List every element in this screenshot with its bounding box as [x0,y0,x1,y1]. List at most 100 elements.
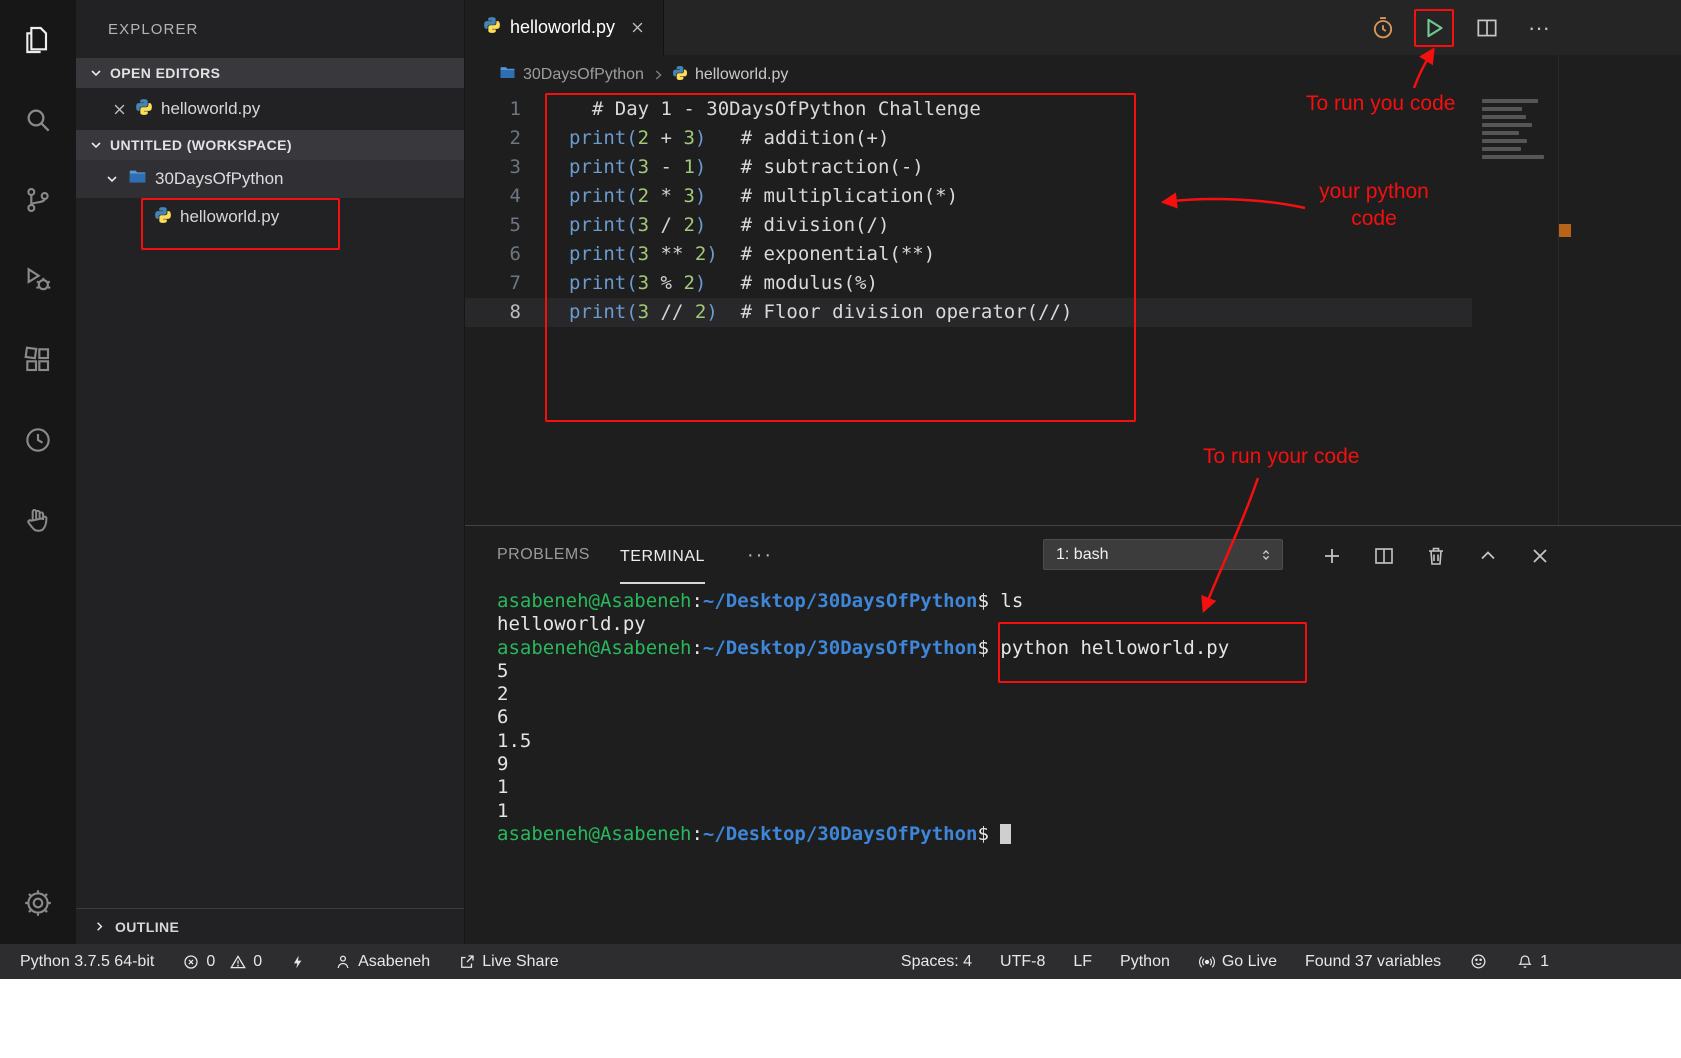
outline-label: OUTLINE [115,919,179,935]
breadcrumb-folder[interactable]: 30DaysOfPython [523,66,644,84]
live-share-item[interactable]: Live Share [458,953,559,971]
close-icon[interactable] [630,20,645,35]
close-icon[interactable] [112,102,127,117]
more-actions-icon[interactable]: ··· [1521,10,1557,46]
person-icon [334,953,352,971]
line-number: 1 [465,95,541,124]
open-editors-header[interactable]: OPEN EDITORS [76,58,464,88]
open-editor-filename: helloworld.py [161,99,260,119]
kill-terminal-trash-icon[interactable] [1420,540,1452,572]
terminal-output-line: helloworld.py [497,613,1681,636]
editor-scrollbar[interactable] [1558,55,1572,525]
extensions-icon[interactable] [12,334,64,386]
account-status-item[interactable]: Asabeneh [334,953,430,971]
tab-terminal[interactable]: TERMINAL [620,532,705,584]
terminal-cursor [1000,824,1011,844]
tab-helloworld[interactable]: helloworld.py [465,0,664,55]
tree-item-file[interactable]: helloworld.py [76,198,464,236]
maximize-panel-icon[interactable] [1472,540,1504,572]
line-number: 8 [465,298,541,327]
terminal-prompt-line: asabeneh@Asabeneh:~/Desktop/30DaysOfPyth… [497,590,1681,613]
line-number: 2 [465,124,541,153]
python-interpreter-item[interactable]: Python 3.7.5 64-bit [20,953,154,971]
breadcrumb-file[interactable]: helloworld.py [695,66,788,84]
language-mode-item[interactable]: Python [1120,953,1170,971]
open-editors-label: OPEN EDITORS [110,65,220,81]
minimap[interactable] [1472,95,1558,295]
shell-selector[interactable]: 1: bash [1043,539,1283,570]
panel-header: PROBLEMS TERMINAL ··· 1: bash [465,526,1681,586]
split-terminal-icon[interactable] [1368,540,1400,572]
lightning-icon [290,953,306,971]
notifications-item[interactable]: 1 [1516,953,1549,971]
bolt-status-item[interactable] [290,953,306,971]
folder-icon [499,64,516,86]
terminal-output-line: 2 [497,683,1681,706]
status-bar: Python 3.7.5 64-bit 0 0 Asabeneh Live Sh… [0,944,1681,979]
terminal-output-line: 1.5 [497,730,1681,753]
sidebar-title: EXPLORER [76,0,464,58]
folder-icon [128,167,147,191]
bell-icon [1516,953,1534,971]
chevron-right-icon [92,919,107,934]
go-live-label: Go Live [1222,953,1277,971]
bottom-margin [0,979,1681,1058]
search-icon[interactable] [12,94,64,146]
warning-icon [229,953,247,971]
eol-item[interactable]: LF [1073,953,1092,971]
indentation-item[interactable]: Spaces: 4 [901,953,972,971]
line-number: 4 [465,182,541,211]
line-number: 6 [465,240,541,269]
activity-bar [0,0,76,944]
tab-title: helloworld.py [510,17,615,38]
split-editor-icon[interactable] [1469,10,1505,46]
workspace-header[interactable]: UNTITLED (WORKSPACE) [76,130,464,160]
select-arrows-icon [1258,547,1274,563]
notification-count: 1 [1540,953,1549,971]
panel-actions [1316,540,1556,572]
terminal-view[interactable]: asabeneh@Asabeneh:~/Desktop/30DaysOfPyth… [465,586,1681,944]
tree-item-folder[interactable]: 30DaysOfPython [76,160,464,198]
terminal-output-line: 9 [497,753,1681,776]
shell-selector-value: 1: bash [1056,546,1108,564]
variables-item[interactable]: Found 37 variables [1305,953,1441,971]
breadcrumb: 30DaysOfPython helloworld.py [465,55,1681,95]
tree-file-name: helloworld.py [180,207,279,227]
bottom-panel: PROBLEMS TERMINAL ··· 1: bash asabeneh@A… [465,525,1681,944]
run-python-file-button[interactable] [1417,10,1453,46]
chevron-down-icon [88,137,104,153]
open-editor-item[interactable]: helloworld.py [76,88,464,130]
stopwatch-icon[interactable] [1365,10,1401,46]
line-number: 5 [465,211,541,240]
terminal-output-line: 6 [497,706,1681,729]
files-icon[interactable] [12,14,64,66]
warning-count: 0 [253,953,262,971]
feedback-item[interactable] [1469,952,1488,971]
hand-icon[interactable] [12,494,64,546]
encoding-item[interactable]: UTF-8 [1000,953,1045,971]
panel-more-icon[interactable]: ··· [747,526,773,584]
run-debug-icon[interactable] [12,254,64,306]
problems-status-item[interactable]: 0 0 [182,953,262,971]
chevron-down-icon [104,171,120,187]
source-control-icon[interactable] [12,174,64,226]
python-file-icon [483,16,501,39]
python-file-icon [672,65,688,86]
go-live-item[interactable]: Go Live [1198,953,1277,971]
broadcast-icon [1198,953,1216,971]
tab-problems[interactable]: PROBLEMS [497,526,590,584]
gear-icon[interactable] [12,877,64,929]
python-file-icon [135,98,153,121]
explorer-sidebar: EXPLORER OPEN EDITORS helloworld.py UNTI… [76,0,465,944]
code-line[interactable]: 8print(3 // 2) # Floor division operator… [465,298,1472,327]
vscode-window: EXPLORER OPEN EDITORS helloworld.py UNTI… [0,0,1681,979]
error-count: 0 [206,953,215,971]
terminal-prompt-line: asabeneh@Asabeneh:~/Desktop/30DaysOfPyth… [497,823,1681,846]
new-terminal-icon[interactable] [1316,540,1348,572]
outline-section[interactable]: OUTLINE [76,908,464,944]
clock-icon[interactable] [12,414,64,466]
terminal-output-line: 1 [497,776,1681,799]
terminal-output-line: 5 [497,660,1681,683]
workspace-label: UNTITLED (WORKSPACE) [110,137,292,153]
close-panel-icon[interactable] [1524,540,1556,572]
